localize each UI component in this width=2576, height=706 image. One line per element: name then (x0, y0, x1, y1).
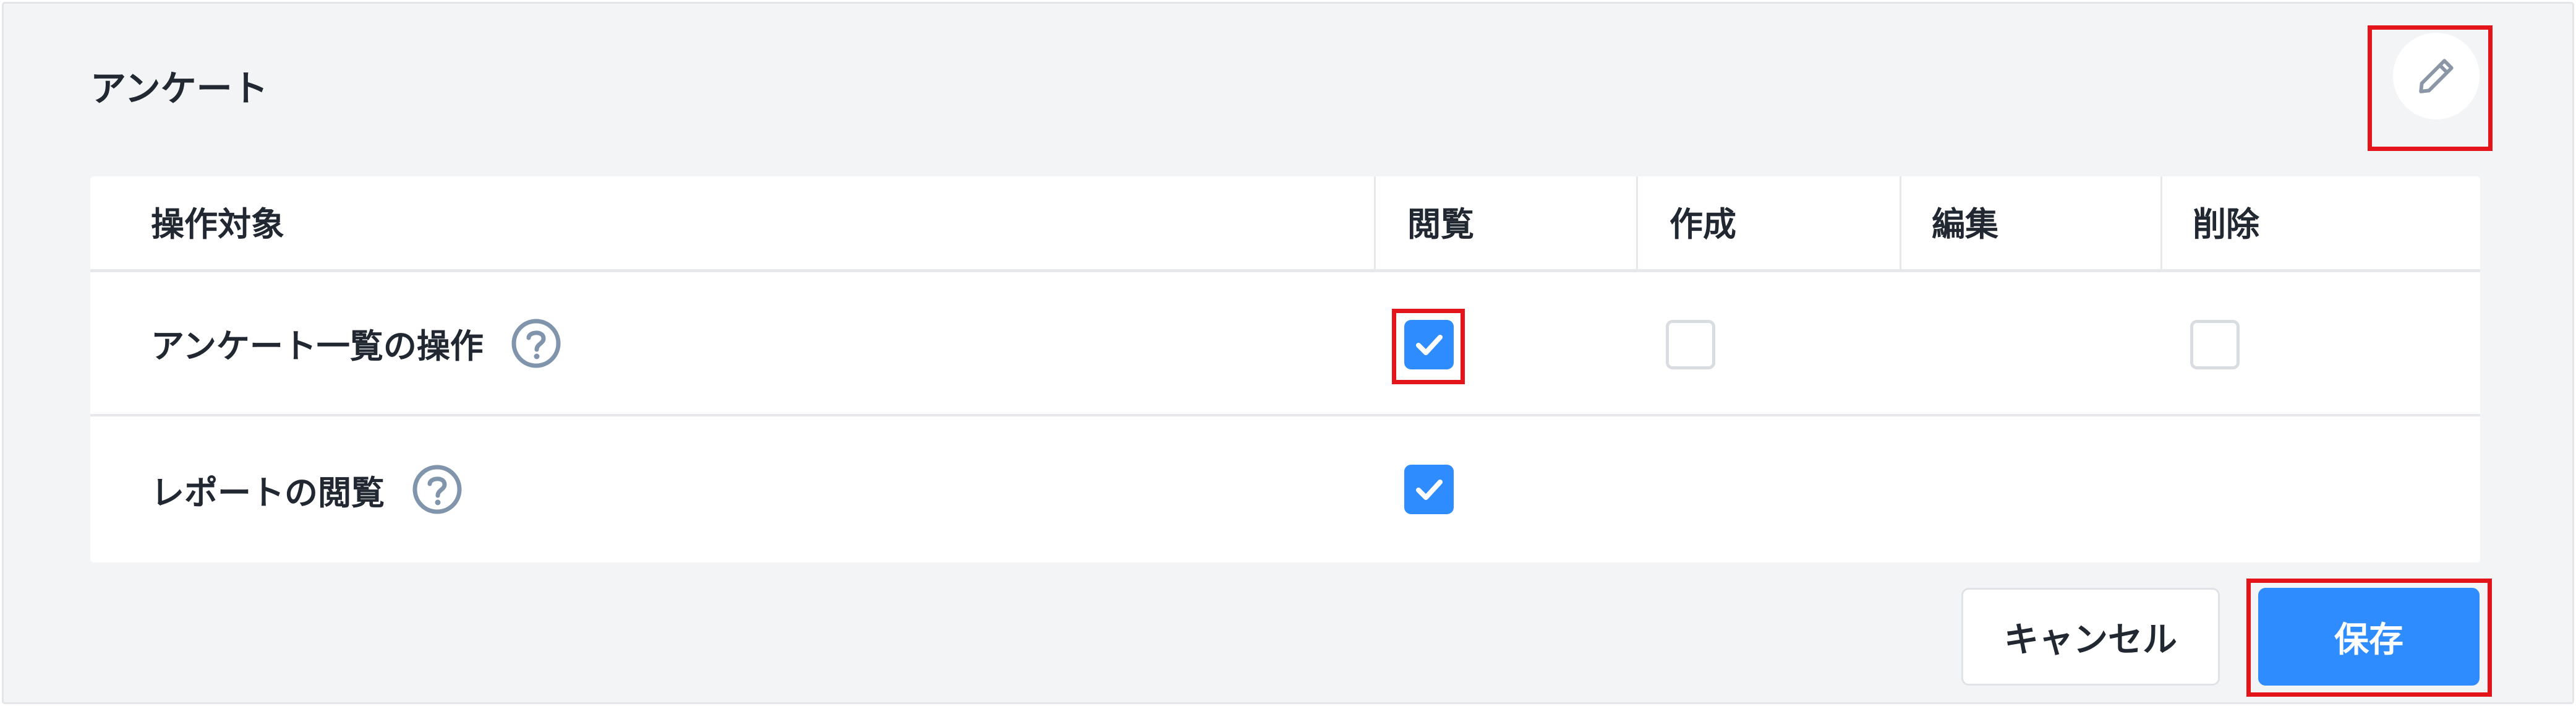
help-icon[interactable] (412, 464, 463, 515)
row-label: レポートの閲覧 (151, 416, 463, 562)
view-checkbox-highlight (1392, 309, 1465, 384)
column-divider (2160, 176, 2162, 272)
delete-checkbox[interactable] (2190, 320, 2240, 369)
table-row: レポートの閲覧 (90, 416, 2480, 562)
column-header-delete: 削除 (2193, 205, 2259, 244)
view-checkbox[interactable] (1404, 465, 1454, 514)
column-divider (1374, 176, 1376, 272)
table-header-row: 操作対象 閲覧 作成 編集 削除 (90, 176, 2480, 272)
help-icon[interactable] (511, 318, 561, 369)
column-divider (1900, 176, 1901, 272)
permission-table: 操作対象 閲覧 作成 編集 削除 アンケート一覧の操作 レポートの閲覧 (90, 176, 2480, 562)
checkmark-icon (1416, 480, 1443, 500)
panel-title: アンケート (90, 67, 268, 110)
row-label: アンケート一覧の操作 (151, 272, 561, 414)
column-header-create: 作成 (1670, 205, 1736, 244)
column-header-view: 閲覧 (1407, 205, 1474, 244)
column-header-target: 操作対象 (151, 205, 284, 244)
column-header-edit: 編集 (1932, 205, 1998, 244)
row-label-text: レポートの閲覧 (151, 473, 385, 512)
cancel-button[interactable]: キャンセル (1961, 588, 2220, 686)
row-label-text: アンケート一覧の操作 (151, 327, 484, 366)
edit-button-highlight (2368, 25, 2493, 151)
save-button-highlight (2246, 579, 2492, 697)
column-divider (1636, 176, 1638, 272)
table-row: アンケート一覧の操作 (90, 272, 2480, 416)
create-checkbox[interactable] (1666, 320, 1715, 369)
